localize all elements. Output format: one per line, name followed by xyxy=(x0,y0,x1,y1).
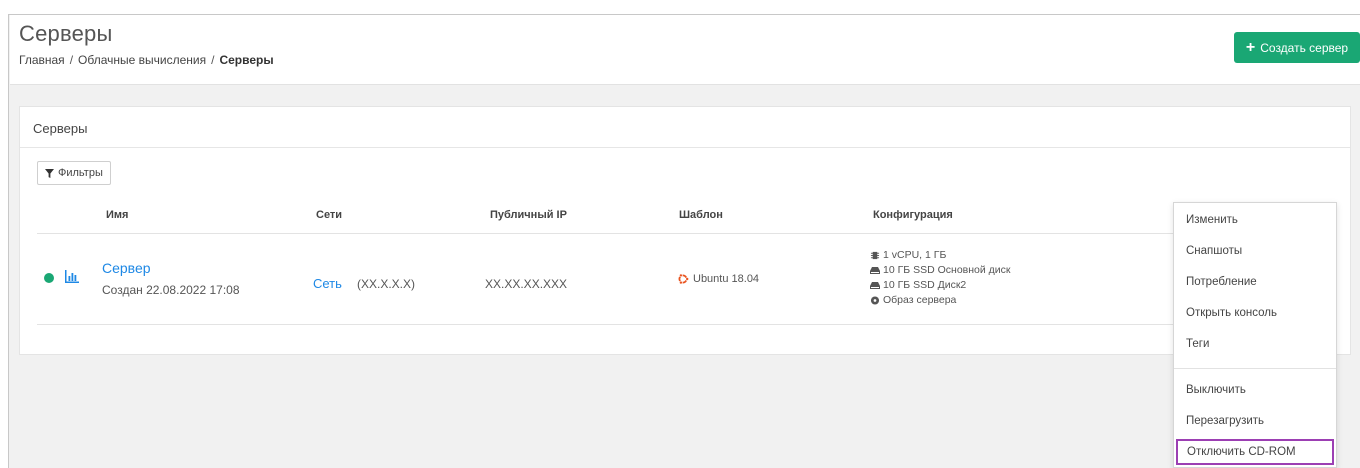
server-name-link[interactable]: Сервер xyxy=(102,260,151,276)
config-cpu-ram: 1 vCPU, 1 ГБ xyxy=(870,249,946,261)
ubuntu-icon xyxy=(678,273,689,285)
config-disk2-text: 10 ГБ SSD Диск2 xyxy=(883,279,967,291)
menu-item-open-console[interactable]: Открыть консоль xyxy=(1174,302,1336,324)
network-address: (XX.X.X.X) xyxy=(357,277,416,291)
config-cpu-text: 1 vCPU, 1 ГБ xyxy=(883,249,947,261)
status-indicator xyxy=(44,273,54,283)
menu-item-edit[interactable]: Изменить xyxy=(1174,209,1336,231)
window-left-margin xyxy=(0,14,9,468)
config-disk2: 10 ГБ SSD Диск2 xyxy=(870,279,966,291)
template-name: Ubuntu 18.04 xyxy=(693,273,760,285)
page-title: Серверы xyxy=(19,21,113,46)
filters-label: Фильтры xyxy=(58,167,103,179)
menu-divider xyxy=(1174,368,1336,369)
column-header-template[interactable]: Шаблон xyxy=(679,209,723,221)
menu-item-consumption[interactable]: Потребление xyxy=(1174,271,1336,293)
menu-item-disable-cdrom[interactable]: Отключить CD-ROM xyxy=(1176,439,1334,465)
menu-item-reboot[interactable]: Перезагрузить xyxy=(1174,410,1336,432)
create-server-button[interactable]: + Создать сервер xyxy=(1234,32,1360,63)
bar-chart-icon[interactable] xyxy=(65,270,79,283)
table-header-divider xyxy=(37,233,1192,234)
disk-icon xyxy=(870,281,880,289)
servers-panel: Серверы Фильтры Имя Сети Публичный IP Ша… xyxy=(19,106,1351,355)
create-server-label: Создать сервер xyxy=(1260,40,1349,55)
plus-icon: + xyxy=(1245,38,1256,56)
window-top-margin xyxy=(0,0,1360,14)
panel-title: Серверы xyxy=(20,107,1350,148)
page-header: Серверы Главная / Облачные вычисления / Серв… xyxy=(10,15,1360,85)
network-link[interactable]: Сеть xyxy=(313,276,342,291)
column-header-name[interactable]: Имя xyxy=(106,209,128,221)
config-main-disk: 10 ГБ SSD Основной диск xyxy=(870,264,1011,276)
breadcrumb-cloud[interactable]: Облачные вычисления xyxy=(78,53,206,67)
breadcrumb-current: Серверы xyxy=(219,53,274,67)
disc-icon xyxy=(870,295,880,305)
config-image: Образ сервера xyxy=(870,294,956,306)
menu-item-shutdown[interactable]: Выключить xyxy=(1174,379,1336,401)
server-actions-menu: Изменить Снапшоты Потребление Открыть ко… xyxy=(1173,202,1337,468)
config-image-text: Образ сервера xyxy=(883,294,957,306)
column-header-configuration[interactable]: Конфигурация xyxy=(873,209,953,221)
public-ip: XX.XX.XX.XXX xyxy=(485,277,568,291)
menu-item-tags[interactable]: Теги xyxy=(1174,333,1336,355)
funnel-icon xyxy=(45,168,54,178)
breadcrumb-home[interactable]: Главная xyxy=(19,53,65,67)
server-created-date: Создан 22.08.2022 17:08 xyxy=(102,283,240,297)
breadcrumb: Главная / Облачные вычисления / Серверы xyxy=(19,53,274,67)
column-header-networks[interactable]: Сети xyxy=(316,209,342,221)
config-main-disk-text: 10 ГБ SSD Основной диск xyxy=(883,264,1011,276)
filters-button[interactable]: Фильтры xyxy=(37,161,111,185)
table-row-divider xyxy=(37,324,1192,325)
column-header-public-ip[interactable]: Публичный IP xyxy=(490,209,567,221)
menu-item-snapshots[interactable]: Снапшоты xyxy=(1174,240,1336,262)
breadcrumb-separator: / xyxy=(211,53,215,67)
cpu-icon xyxy=(870,251,880,259)
disk-icon xyxy=(870,266,880,274)
breadcrumb-separator: / xyxy=(69,53,74,67)
